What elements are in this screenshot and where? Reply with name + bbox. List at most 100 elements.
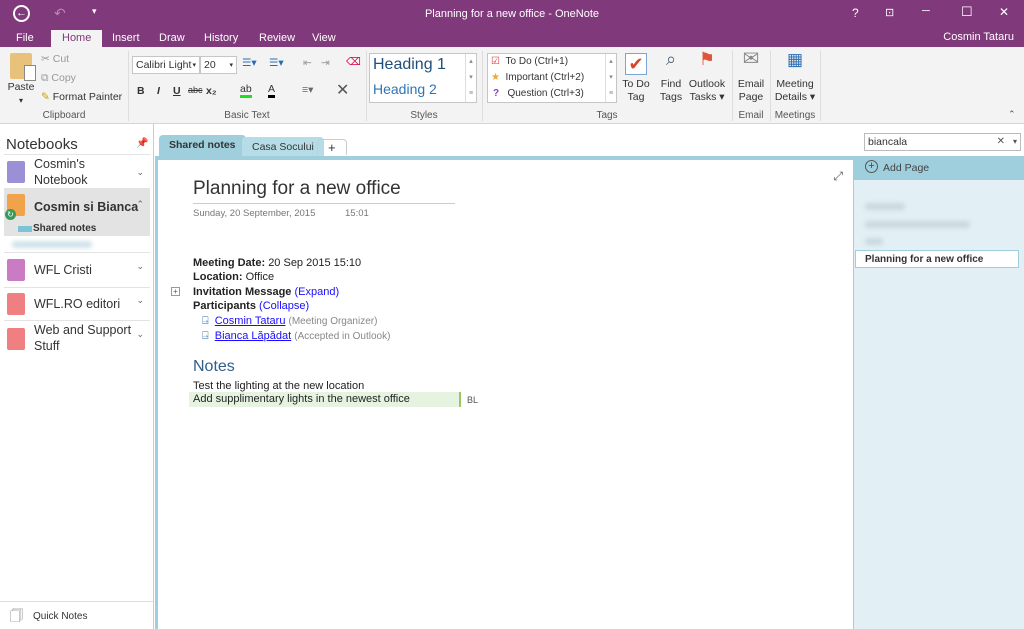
tag-question[interactable]: ? Question (Ctrl+3) <box>493 88 584 99</box>
maximize-button[interactable]: ☐ <box>961 4 973 20</box>
style-heading-1[interactable]: Heading 1 <box>373 56 446 74</box>
font-name-select[interactable]: Calibri Light▾ <box>132 56 200 74</box>
collapse-link[interactable]: (Collapse) <box>259 300 309 312</box>
page-item-current[interactable]: Planning for a new office <box>855 250 1019 268</box>
add-page-button[interactable]: + Add Page <box>853 156 1024 180</box>
outdent-icon[interactable]: ⇤ <box>303 57 312 69</box>
indent-icon[interactable]: ⇥ <box>321 57 330 69</box>
tab-view[interactable]: View <box>304 30 344 47</box>
search-input[interactable]: biancala ✕ ▾ <box>864 133 1021 151</box>
collapse-ribbon-icon[interactable]: ⌃ <box>1008 109 1016 120</box>
font-size-select[interactable]: 20▾ <box>200 56 237 74</box>
section-icon <box>18 226 32 232</box>
blurred-page[interactable] <box>865 203 905 210</box>
numbering-icon[interactable]: ☰▾ <box>269 57 284 69</box>
expand-toggle-icon[interactable]: + <box>171 287 180 296</box>
styles-scroll[interactable]: ▴▾≡ <box>465 54 476 102</box>
participants-heading: Participants (Collapse) <box>193 300 309 312</box>
participant-row: ⍈ Bianca Lăpădat (Accepted in Outlook) <box>202 330 390 343</box>
clear-search-icon[interactable]: ✕ <box>997 136 1005 147</box>
blurred-section[interactable] <box>12 241 92 248</box>
participant-link[interactable]: Bianca Lăpădat <box>215 330 291 342</box>
align-icon[interactable]: ≡▾ <box>302 84 313 96</box>
help-button[interactable]: ? <box>852 6 859 20</box>
notebook-wfl-cristi[interactable]: WFL Cristi⌄ <box>4 252 150 287</box>
participant-row: ⍈ Cosmin Tataru (Meeting Organizer) <box>202 315 377 328</box>
ribbon-display-icon[interactable]: ⊡ <box>885 6 894 19</box>
ribbon: Paste▾ ✂ Cut ⧉ Copy ✎ Format Painter Cli… <box>0 47 1024 124</box>
tags-scroll[interactable]: ▴▾≡ <box>605 54 616 102</box>
clear-formatting-icon[interactable]: ⌫ <box>346 56 361 68</box>
delete-icon[interactable]: ✕ <box>336 80 349 100</box>
bullets-icon[interactable]: ☰▾ <box>242 57 257 69</box>
pin-icon[interactable]: 📌 <box>136 138 148 149</box>
add-section-button[interactable]: + <box>317 139 347 155</box>
style-heading-2[interactable]: Heading 2 <box>373 81 437 97</box>
group-label-meetings: Meetings <box>770 110 820 121</box>
notebooks-title: Notebooks <box>6 136 78 153</box>
question-icon: ? <box>493 88 499 99</box>
note-line[interactable]: Test the lighting at the new location <box>193 380 364 392</box>
tab-home[interactable]: Home <box>51 30 102 47</box>
tag-todo[interactable]: ☑ To Do (Ctrl+1) <box>491 56 568 67</box>
format-painter-button[interactable]: ✎ Format Painter <box>41 91 122 103</box>
person-icon: ⍈ <box>202 330 209 342</box>
tab-file[interactable]: File <box>8 30 42 47</box>
tab-insert[interactable]: Insert <box>104 30 148 47</box>
font-color-icon[interactable]: A <box>268 83 275 98</box>
notebook-wflro-editori[interactable]: WFL.RO editori⌄ <box>4 287 150 320</box>
find-tags-button[interactable]: ⌕FindTags <box>655 53 687 104</box>
email-page-button[interactable]: ✉EmailPage <box>735 53 767 104</box>
expand-icon[interactable]: ⤢ <box>833 169 843 184</box>
tag-important[interactable]: ★ Important (Ctrl+2) <box>491 72 584 83</box>
window-title: Planning for a new office - OneNote <box>0 8 1024 20</box>
tab-draw[interactable]: Draw <box>151 30 193 47</box>
tab-casa-socului[interactable]: Casa Socului <box>242 137 324 156</box>
checkbox-icon: ☑ <box>491 56 500 67</box>
scissors-icon: ✂ <box>41 53 50 65</box>
notebook-cosmin-si-bianca[interactable]: ↻ Cosmin si Bianca⌃ Shared notes <box>4 188 150 236</box>
page-title[interactable]: Planning for a new office <box>193 178 455 204</box>
flag-icon: ⚑ <box>688 53 726 78</box>
strikethrough-button[interactable]: abc <box>188 85 203 95</box>
paste-button[interactable]: Paste▾ <box>6 53 36 107</box>
subscript-button[interactable]: x₂ <box>206 85 217 97</box>
note-line-highlighted[interactable]: Add supplimentary lights in the newest o… <box>189 392 461 407</box>
highlight-icon[interactable]: ab <box>240 83 252 98</box>
copy-icon: ⧉ <box>41 72 49 84</box>
notebook-icon <box>7 259 25 281</box>
todo-tag-button[interactable]: ✔To DoTag <box>620 53 652 104</box>
person-icon: ⍈ <box>202 315 209 327</box>
author-initials: BL <box>467 395 478 405</box>
search-scope-dropdown-icon[interactable]: ▾ <box>1013 137 1017 146</box>
tab-shared-notes[interactable]: Shared notes <box>159 135 246 156</box>
bold-button[interactable]: B <box>137 85 145 97</box>
blurred-page[interactable] <box>865 221 970 228</box>
underline-button[interactable]: U <box>173 85 181 97</box>
user-name[interactable]: Cosmin Tataru <box>943 31 1014 43</box>
copy-button[interactable]: ⧉ Copy <box>41 72 76 85</box>
section-shared-notes[interactable]: Shared notes <box>33 223 96 234</box>
outlook-tasks-button[interactable]: ⚑OutlookTasks ▾ <box>688 53 726 104</box>
blurred-page[interactable] <box>865 238 883 245</box>
styles-gallery[interactable]: Heading 1 Heading 2 ▴▾≡ <box>369 53 477 103</box>
expand-link[interactable]: (Expand) <box>294 286 339 298</box>
tab-history[interactable]: History <box>196 30 246 47</box>
meeting-details-button[interactable]: ▦MeetingDetails ▾ <box>773 53 817 104</box>
notebook-web-and-support-stuff[interactable]: Web and Support Stuff⌄ <box>4 320 150 356</box>
quick-notes-button[interactable]: 🗍 Quick Notes <box>0 601 153 629</box>
cut-button[interactable]: ✂ Cut <box>41 53 69 65</box>
tab-review[interactable]: Review <box>251 30 303 47</box>
italic-button[interactable]: I <box>157 85 160 97</box>
calendar-icon: ▦ <box>773 53 817 78</box>
location: Location: Office <box>193 271 274 283</box>
checkmark-icon: ✔ <box>625 53 647 75</box>
plus-circle-icon: + <box>865 160 878 173</box>
tags-gallery[interactable]: ☑ To Do (Ctrl+1) ★ Important (Ctrl+2) ? … <box>487 53 617 103</box>
close-button[interactable]: ✕ <box>999 5 1009 19</box>
notebook-cosmins-notebook[interactable]: Cosmin's Notebook⌄ <box>4 154 150 188</box>
participant-link[interactable]: Cosmin Tataru <box>215 315 286 327</box>
notebook-icon <box>7 161 25 183</box>
minimize-button[interactable]: ─ <box>922 5 930 17</box>
page-canvas[interactable]: ⤢ Planning for a new office Sunday, 20 S… <box>155 156 853 629</box>
